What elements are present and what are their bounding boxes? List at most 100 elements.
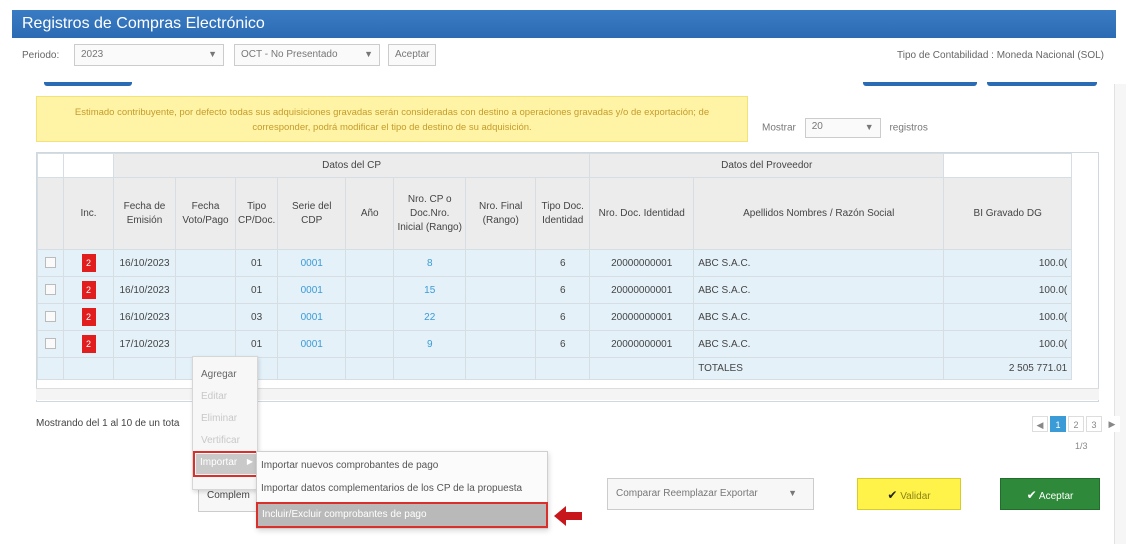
chevron-down-icon: ▼ [364, 49, 373, 59]
cell-serie: 0001 [277, 249, 347, 277]
cell-fecha: 16/10/2023 [113, 303, 176, 331]
table-row[interactable]: 2 16/10/2023 03 0001 22 6 20000000001 AB… [37, 303, 1073, 331]
page-1[interactable]: 1 [1050, 416, 1066, 432]
records-value: 20 [811, 121, 823, 132]
totals-label: TOTALES [693, 357, 945, 380]
month-select[interactable]: OCT - No Presentado ▼ [234, 44, 380, 66]
cell-nro: 15 [393, 276, 467, 304]
row-checkbox[interactable] [45, 257, 56, 269]
submenu-item-incluir-excluir[interactable]: Incluir/Excluir comprobantes de pago [256, 502, 548, 528]
menu-item-editar[interactable]: Editar [201, 391, 227, 402]
cell-tipo-doc: 6 [535, 330, 591, 358]
col-nro-final[interactable]: Nro. Final (Rango) [465, 177, 537, 250]
cell-serie: 0001 [277, 303, 347, 331]
inc-badge[interactable]: 2 [81, 308, 96, 326]
cell-tipo-doc: 6 [535, 303, 591, 331]
check-icon: ✔ [887, 488, 898, 502]
inc-badge[interactable]: 2 [81, 254, 96, 272]
cell-bi: 100.0( [943, 276, 1073, 304]
col-tipo[interactable]: Tipo CP/Doc. [234, 177, 279, 250]
pointer-arrow-icon [554, 506, 582, 526]
table-row[interactable]: 2 17/10/2023 01 0001 9 6 20000000001 ABC… [37, 330, 1073, 358]
menu-item-verificar[interactable]: Vertificar [201, 435, 240, 446]
col-tipo-doc[interactable]: Tipo Doc. Identidad [535, 177, 591, 250]
cell-nro: 8 [393, 249, 467, 277]
period-bar: Periodo: 2023 ▼ OCT - No Presentado ▼ Ac… [12, 44, 1116, 80]
month-value: OCT - No Presentado [241, 49, 338, 60]
prev-page-icon[interactable]: ◀ [1032, 416, 1048, 432]
cell-razon: ABC S.A.C. [693, 276, 945, 304]
cell-nro-doc: 20000000001 [589, 249, 695, 277]
cell-tipo: 01 [234, 249, 279, 277]
submenu-item-importar-complementarios[interactable]: Importar datos complementarios de los CP… [261, 483, 522, 494]
show-suffix: registros [889, 122, 928, 134]
col-serie[interactable]: Serie del CDP [277, 177, 347, 250]
page-3[interactable]: 3 [1086, 416, 1102, 432]
row-checkbox[interactable] [45, 284, 56, 296]
row-checkbox[interactable] [45, 311, 56, 323]
aceptar-label: Aceptar [1038, 491, 1074, 502]
select-column-header [37, 177, 64, 250]
notice-line: corresponder, podrá modificar el tipo de… [252, 122, 532, 133]
comparar-reemplazar-exportar-button[interactable]: Comparar Reemplazar Exportar ▼ [607, 478, 814, 510]
chevron-down-icon: ▼ [788, 488, 797, 498]
cell-bi: 100.0( [943, 303, 1073, 331]
chevron-down-icon: ▼ [864, 122, 874, 132]
toolbar-button-edge[interactable] [987, 82, 1097, 86]
col-razon-social[interactable]: Apellidos Nombres / Razón Social [693, 177, 945, 250]
col-anio[interactable]: Año [345, 177, 395, 250]
cell-nro: 9 [393, 330, 467, 358]
toolbar-button-edge[interactable] [44, 82, 132, 86]
cell-fecha: 17/10/2023 [113, 330, 176, 358]
totals-value: 2 505 771.01 [943, 357, 1073, 380]
period-accept-button[interactable]: Aceptar [388, 44, 436, 66]
cell-razon: ABC S.A.C. [693, 330, 945, 358]
cell-bi: 100.0( [943, 330, 1073, 358]
vertical-scrollbar[interactable] [1114, 84, 1126, 544]
info-notice: Estimado contribuyente, por defecto toda… [36, 96, 748, 142]
col-inc[interactable]: Inc. [63, 177, 114, 250]
cell-razon: ABC S.A.C. [693, 249, 945, 277]
cell-serie: 0001 [277, 276, 347, 304]
cell-tipo: 03 [234, 303, 279, 331]
col-nro-inicial[interactable]: Nro. CP o Doc.Nro. Inicial (Rango) [393, 177, 467, 250]
cell-serie: 0001 [277, 330, 347, 358]
cell-tipo-doc: 6 [535, 276, 591, 304]
menu-item-agregar[interactable]: Agregar [201, 369, 237, 380]
inc-badge[interactable]: 2 [81, 335, 96, 353]
show-label: Mostrar [762, 122, 796, 134]
submenu-item-importar-nuevos[interactable]: Importar nuevos comprobantes de pago [261, 460, 438, 471]
cell-fecha: 16/10/2023 [113, 249, 176, 277]
cell-bi: 100.0( [943, 249, 1073, 277]
inc-badge[interactable]: 2 [81, 281, 96, 299]
col-nro-doc[interactable]: Nro. Doc. Identidad [589, 177, 695, 250]
summary-text: Mostrando del 1 al 10 de un tota [36, 418, 180, 429]
validar-label: Validar [900, 491, 931, 502]
col-fecha-emision[interactable]: Fecha de Emisión [113, 177, 176, 250]
incluir-excluir-label: Incluir/Excluir comprobantes de pago [262, 509, 427, 520]
importar-highlight [193, 451, 261, 477]
records-per-page: Mostrar 20 ▼ registros [762, 118, 928, 138]
page-2[interactable]: 2 [1068, 416, 1084, 432]
group-cp-header: Datos del CP [112, 153, 591, 178]
table-row[interactable]: 2 16/10/2023 01 0001 8 6 20000000001 ABC… [37, 249, 1073, 277]
cell-razon: ABC S.A.C. [693, 303, 945, 331]
cell-nro-doc: 20000000001 [589, 303, 695, 331]
col-bi-gravado[interactable]: BI Gravado DG [943, 177, 1073, 250]
next-page-icon[interactable]: ▶ [1104, 416, 1120, 432]
records-per-page-select[interactable]: 20 ▼ [804, 118, 881, 138]
year-value: 2023 [81, 49, 104, 60]
menu-item-eliminar[interactable]: Eliminar [201, 413, 237, 424]
notice-line: Estimado contribuyente, por defecto toda… [74, 107, 710, 118]
validar-button[interactable]: ✔ Validar [857, 478, 961, 510]
cell-fecha: 16/10/2023 [113, 276, 176, 304]
table-row[interactable]: 2 16/10/2023 01 0001 15 6 20000000001 AB… [37, 276, 1073, 304]
row-checkbox[interactable] [45, 338, 56, 350]
aceptar-button[interactable]: ✔ Aceptar [1000, 478, 1100, 510]
group-provider-header: Datos del Proveedor [589, 153, 945, 178]
year-select[interactable]: 2023 ▼ [74, 44, 224, 66]
comparar-label: Comparar Reemplazar Exportar [616, 488, 758, 499]
toolbar-button-edge[interactable] [863, 82, 977, 86]
col-fecha-voto[interactable]: Fecha Voto/Pago [175, 177, 236, 250]
cell-tipo: 01 [234, 330, 279, 358]
